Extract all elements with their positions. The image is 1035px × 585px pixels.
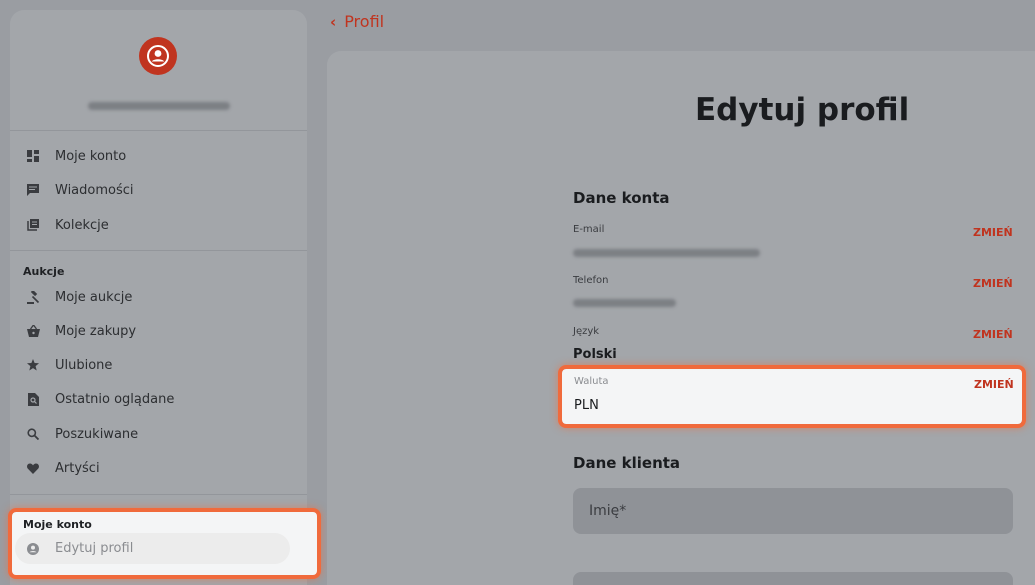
star-icon [26,358,40,372]
heart-icon [26,461,40,475]
change-language-button[interactable]: ZMIEŃ [973,328,1013,341]
highlight-outline [8,508,321,579]
basket-icon [26,324,40,338]
first-name-placeholder: Imię* [589,503,627,519]
language-label: Język [573,326,600,337]
back-to-profile-link[interactable]: ‹ Profil [330,12,384,31]
sidebar-item-label: Poszukiwane [55,426,139,442]
sidebar-item-wanted[interactable]: Poszukiwane [10,419,307,449]
first-name-field[interactable]: Imię* [573,488,1013,534]
sidebar-item-label: Wiadomości [55,182,134,198]
email-label: E-mail [573,224,605,235]
sidebar-item-label: Ulubione [55,357,113,373]
divider [10,494,307,495]
phone-value-redacted [573,299,676,307]
sidebar-item-my-auctions[interactable]: Moje aukcje [10,282,307,312]
sidebar-item-label: Ostatnio oglądane [55,391,175,407]
gavel-icon [26,290,40,304]
page-title: Edytuj profil [695,92,910,128]
sidebar-item-label: Moje konto [55,148,127,164]
divider [10,130,307,131]
highlight-outline [558,365,1026,428]
dashboard-icon [26,149,40,163]
divider [10,250,307,251]
sidebar-item-label: Moje aukcje [55,289,133,305]
recent-view-icon [26,392,40,406]
user-circle-icon [147,45,169,67]
search-icon [26,427,40,441]
sidebar-item-collections[interactable]: Kolekcje [10,210,307,240]
collections-icon [26,218,40,232]
section-title-account-data: Dane konta [573,189,670,207]
sidebar-item-artists[interactable]: Artyści [10,453,307,483]
email-value-redacted [573,249,760,257]
language-value: Polski [573,347,617,362]
chevron-left-icon: ‹ [330,12,337,31]
sidebar-item-label: Moje zakupy [55,323,137,339]
sidebar-item-recently-viewed[interactable]: Ostatnio oglądane [10,384,307,414]
back-label: Profil [344,12,385,31]
avatar[interactable] [139,37,177,75]
sidebar-item-label: Artyści [55,460,100,476]
next-field[interactable] [573,572,1013,585]
sidebar-item-my-account[interactable]: Moje konto [10,141,307,171]
phone-label: Telefon [573,275,609,286]
section-title-auctions: Aukcje [23,265,65,278]
message-icon [26,183,40,197]
change-email-button[interactable]: ZMIEŃ [973,226,1013,239]
sidebar-item-favorites[interactable]: Ulubione [10,350,307,380]
sidebar-item-label: Kolekcje [55,217,109,233]
sidebar-item-messages[interactable]: Wiadomości [10,175,307,205]
sidebar-item-my-purchases[interactable]: Moje zakupy [10,316,307,346]
change-phone-button[interactable]: ZMIEŃ [973,277,1013,290]
section-title-client-data: Dane klienta [573,454,681,472]
user-name-redacted [88,102,230,110]
